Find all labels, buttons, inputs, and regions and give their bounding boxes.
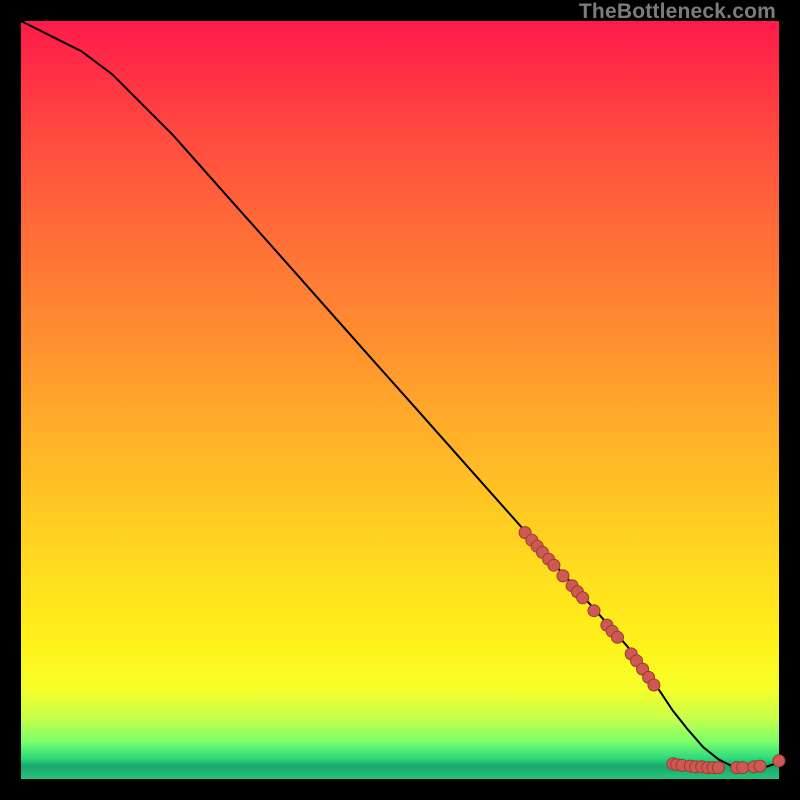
data-marker bbox=[577, 592, 589, 604]
data-marker bbox=[557, 570, 569, 582]
data-marker bbox=[588, 605, 600, 617]
chart-stage: TheBottleneck.com bbox=[0, 0, 800, 800]
data-marker bbox=[612, 631, 624, 643]
data-marker bbox=[712, 762, 724, 774]
data-marker bbox=[648, 679, 660, 691]
data-marker bbox=[548, 559, 560, 571]
bottleneck-curve bbox=[21, 21, 779, 768]
chart-overlay bbox=[21, 21, 779, 779]
data-marker bbox=[737, 762, 749, 774]
data-marker bbox=[773, 755, 785, 767]
marker-layer bbox=[519, 527, 785, 774]
data-marker bbox=[754, 760, 766, 772]
